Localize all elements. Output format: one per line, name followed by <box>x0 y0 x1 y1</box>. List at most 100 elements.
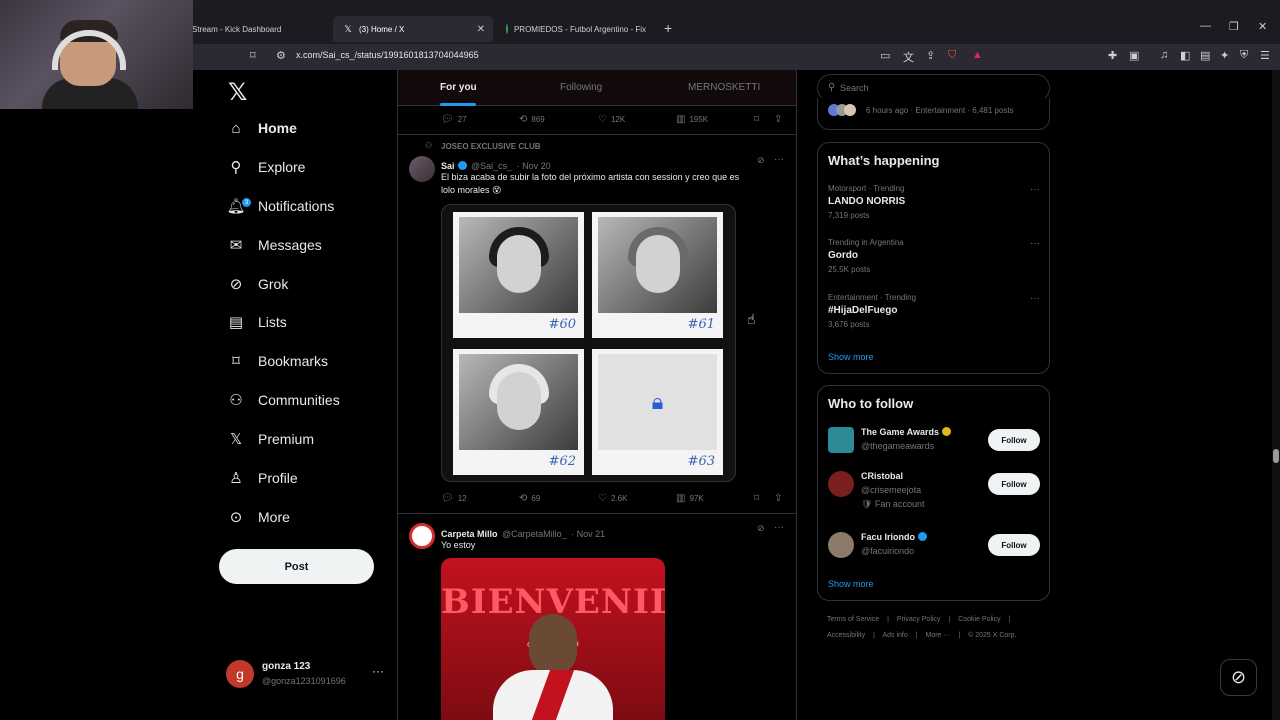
more-options-icon[interactable]: ··· <box>1030 184 1040 195</box>
bookmark-button[interactable]: ⌑ <box>754 114 763 125</box>
tab-following[interactable]: Following <box>560 82 602 93</box>
post-button[interactable]: Post <box>219 549 374 584</box>
brave-rewards-icon[interactable]: ▲ <box>972 49 983 61</box>
views-button[interactable]: ▥ 97K <box>676 493 704 504</box>
tab-for-you[interactable]: For you <box>440 82 477 93</box>
repost-button[interactable]: ⟲ 869 <box>519 114 545 125</box>
sidebar-item-profile[interactable]: ♙ Profile <box>226 463 297 493</box>
trend-item[interactable]: Trending in Argentina Gordo 25.5K posts … <box>828 238 1040 282</box>
site-settings-icon[interactable]: ⚙ <box>276 49 286 62</box>
music-icon[interactable]: ♫ <box>1160 49 1168 61</box>
panel-icon[interactable]: ◧ <box>1180 49 1190 62</box>
reply-icon: 💬︎ <box>441 493 454 504</box>
more-options-icon[interactable]: ··· <box>774 522 784 533</box>
footer-link[interactable]: Privacy Policy <box>897 616 941 623</box>
more-options-icon[interactable]: ··· <box>1030 293 1040 304</box>
search-input[interactable] <box>840 83 1040 93</box>
photo-card-62[interactable]: #62 <box>453 349 584 475</box>
photo-card-61[interactable]: #61 <box>592 212 723 338</box>
sidebar-icon[interactable]: ▣ <box>1129 49 1139 62</box>
share-icon[interactable]: ⇪ <box>926 49 935 62</box>
avatar[interactable] <box>409 523 435 549</box>
views-button[interactable]: ▥ 195K <box>676 114 708 125</box>
sidebar-item-notifications[interactable]: 🔔︎ 3 Notifications <box>226 191 334 221</box>
more-options-icon[interactable]: ··· <box>372 664 384 678</box>
avatar[interactable] <box>409 156 435 182</box>
account-handle: @gonza1231091696 <box>262 676 346 686</box>
x-logo-icon[interactable]: 𝕏 <box>228 78 247 107</box>
share-button[interactable]: ⇪ <box>774 493 786 504</box>
author-handle[interactable]: @CarpetaMillo_ <box>502 529 567 539</box>
minimize-button[interactable]: — <box>1200 20 1211 32</box>
sidebar-item-bookmarks[interactable]: ⌑ Bookmarks <box>226 346 328 376</box>
grok-explain-icon[interactable]: ⊘ <box>757 523 765 534</box>
account-name-text: Facu Iriondo <box>861 532 915 542</box>
screen-icon[interactable]: ▭ <box>880 49 890 62</box>
show-more-link[interactable]: Show more <box>828 352 874 362</box>
repost-button[interactable]: ⟲ 69 <box>519 493 540 504</box>
url-text[interactable]: x.com/Sai_cs_/status/1991601813704044965 <box>296 50 479 60</box>
more-options-icon[interactable]: ··· <box>774 154 784 165</box>
trend-item[interactable]: Motorsport · Trending LANDO NORRIS 7,319… <box>828 184 1040 228</box>
sidebar-item-premium[interactable]: 𝕏 Premium <box>226 424 314 454</box>
tab-kick-dashboard[interactable]: Stream - Kick Dashboard <box>182 16 330 42</box>
leo-icon[interactable]: ✦ <box>1220 49 1229 62</box>
follow-button[interactable]: Follow <box>988 473 1040 495</box>
account-name: CRistobal <box>861 471 904 481</box>
footer-link[interactable]: More ··· <box>926 632 951 639</box>
extensions-icon[interactable]: ✚ <box>1108 49 1117 62</box>
grok-explain-icon[interactable]: ⊘ <box>757 155 765 166</box>
tweet-media[interactable]: BIENVENIDO @ENCUESTADOR <box>441 558 665 720</box>
trend-item[interactable]: Entertainment · Trending #HijaDelFuego 3… <box>828 293 1040 337</box>
follow-suggestion[interactable]: CRistobal @crisemeejota 🛡 Fan account Fo… <box>828 469 1040 509</box>
new-tab-button[interactable]: + <box>664 20 672 36</box>
scrollbar-thumb[interactable] <box>1273 449 1279 463</box>
footer-link[interactable]: Terms of Service <box>827 616 879 623</box>
follow-button[interactable]: Follow <box>988 534 1040 556</box>
follow-suggestion[interactable]: Facu Iriondo @facuiriondo Follow <box>828 530 1040 570</box>
account-switcher[interactable]: g gonza 123 @gonza1231091696 ··· <box>226 660 386 690</box>
like-button[interactable]: ♡ 12K <box>598 114 625 125</box>
follow-button[interactable]: Follow <box>988 429 1040 451</box>
like-button[interactable]: ♡ 2.6K <box>598 493 627 504</box>
sidebar-item-lists[interactable]: ▤ Lists <box>226 307 287 337</box>
sidebar-item-messages[interactable]: ✉ Messages <box>226 230 322 260</box>
tweet-text-line2: lolo morales 😵 <box>441 185 502 195</box>
footer-link[interactable]: Cookie Policy <box>958 616 1000 623</box>
reply-button[interactable]: 💬︎ 12 <box>441 493 467 504</box>
brave-shield-icon[interactable]: ⛉ <box>948 49 956 62</box>
follow-suggestion[interactable]: The Game Awards @thegameawards Follow <box>828 425 1040 465</box>
maximize-button[interactable]: ❐ <box>1229 20 1239 33</box>
show-more-link[interactable]: Show more <box>828 579 874 589</box>
more-options-icon[interactable]: ··· <box>1030 238 1040 249</box>
sidebar-item-home[interactable]: ⌂ Home <box>226 113 296 143</box>
tab-promiedos[interactable]: PROMIEDOS - Futbol Argentino - Fix <box>496 16 656 42</box>
photo-card-63[interactable]: 🔒︎ #63 <box>592 349 723 475</box>
community-label[interactable]: JOSEO EXCLUSIVE CLUB <box>441 142 541 151</box>
bookmark-button[interactable]: ⌑ <box>754 493 763 504</box>
live-event-card[interactable]: 6 hours ago · Entertainment · 6,481 post… <box>817 98 1050 130</box>
scrollbar[interactable] <box>1272 70 1280 720</box>
close-window-button[interactable]: ✕ <box>1258 20 1267 33</box>
close-tab-icon[interactable]: ✕ <box>477 24 485 35</box>
share-button[interactable]: ⇪ <box>774 114 786 125</box>
reply-button[interactable]: 💬︎ 27 <box>441 114 467 125</box>
menu-icon[interactable]: ☰ <box>1260 49 1270 62</box>
translate-icon[interactable]: 文 <box>903 49 914 65</box>
vpn-icon[interactable]: ⛨ <box>1240 49 1248 62</box>
footer-link[interactable]: Accessibility <box>827 632 865 639</box>
tab-mernosketti[interactable]: MERNOSKETTI <box>688 82 760 93</box>
photo-card-60[interactable]: #60 <box>453 212 584 338</box>
tweet-date[interactable]: · Nov 21 <box>571 529 605 539</box>
trend-posts: 25.5K posts <box>828 265 871 274</box>
wallet-icon[interactable]: ▤ <box>1200 49 1210 62</box>
sidebar-item-grok[interactable]: ⊘ Grok <box>226 269 289 299</box>
tweet-media[interactable]: #60 #61 #62 🔒︎ #63 <box>441 204 736 482</box>
sidebar-item-communities[interactable]: ⚇ Communities <box>226 385 339 415</box>
sidebar-item-explore[interactable]: ⚲ Explore <box>226 152 306 182</box>
sidebar-item-more[interactable]: ⊙ More <box>226 502 290 532</box>
tab-x-home[interactable]: 𝕏 (3) Home / X ✕ <box>333 16 493 42</box>
footer-link[interactable]: Ads info <box>882 632 907 639</box>
bookmark-page-icon[interactable]: ⌑ <box>250 49 256 62</box>
grok-floating-button[interactable]: ⊘ <box>1220 659 1257 696</box>
